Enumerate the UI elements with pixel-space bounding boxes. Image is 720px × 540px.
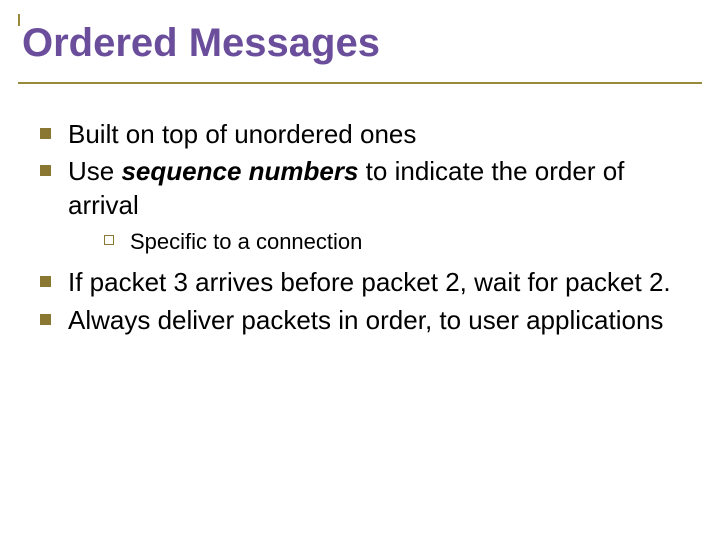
slide-title: Ordered Messages	[18, 14, 702, 80]
bullet-text-emph: sequence numbers	[121, 156, 358, 186]
bullet-text: If packet 3 arrives before packet 2, wai…	[68, 267, 671, 297]
list-item: Always deliver packets in order, to user…	[30, 304, 690, 337]
slide: Ordered Messages Built on top of unorder…	[0, 0, 720, 540]
content-area: Built on top of unordered ones Use seque…	[30, 118, 690, 341]
hollow-square-bullet-icon	[104, 235, 114, 245]
square-bullet-icon	[40, 314, 51, 325]
list-item: Built on top of unordered ones	[30, 118, 690, 151]
title-area: Ordered Messages	[18, 14, 702, 84]
sub-list-item: Specific to a connection	[94, 228, 690, 257]
square-bullet-icon	[40, 128, 51, 139]
bullet-list: Built on top of unordered ones Use seque…	[30, 118, 690, 337]
sub-bullet-list: Specific to a connection	[68, 228, 690, 257]
sub-bullet-text: Specific to a connection	[130, 229, 362, 254]
square-bullet-icon	[40, 165, 51, 176]
list-item: Use sequence numbers to indicate the ord…	[30, 155, 690, 256]
bullet-text: Built on top of unordered ones	[68, 119, 416, 149]
square-bullet-icon	[40, 276, 51, 287]
list-item: If packet 3 arrives before packet 2, wai…	[30, 266, 690, 299]
bullet-text: Always deliver packets in order, to user…	[68, 305, 663, 335]
bullet-text-pre: Use	[68, 156, 121, 186]
title-underline: Ordered Messages	[18, 14, 702, 84]
